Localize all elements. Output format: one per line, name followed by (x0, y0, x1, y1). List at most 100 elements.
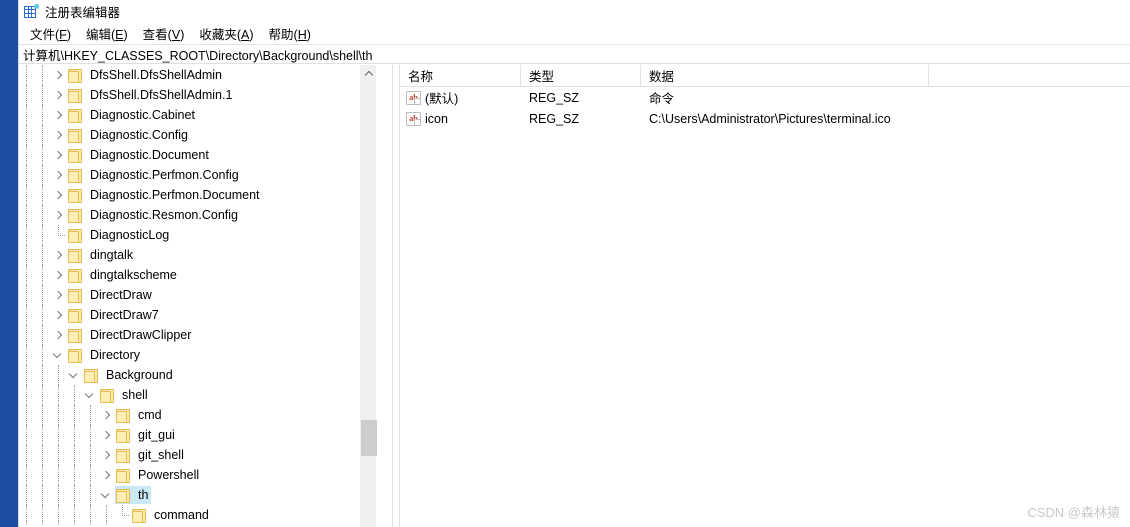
tree-node-content[interactable]: DirectDraw7 (67, 306, 162, 324)
tree-node[interactable]: Diagnostic.Resmon.Config (19, 205, 376, 225)
tree-indent-guide (19, 205, 35, 225)
chevron-down-icon[interactable] (99, 485, 115, 505)
column-header-name-label: 名称 (408, 70, 434, 84)
tree-indent-guide (35, 205, 51, 225)
tree-node-content[interactable]: Diagnostic.Config (67, 126, 191, 144)
tree-node[interactable]: Diagnostic.Perfmon.Config (19, 165, 376, 185)
tree-node[interactable]: dingtalkscheme (19, 265, 376, 285)
tree-node-content[interactable]: dingtalkscheme (67, 266, 180, 284)
chevron-down-icon[interactable] (83, 385, 99, 405)
tree-node[interactable]: git_shell (19, 445, 376, 465)
chevron-right-icon[interactable] (51, 165, 67, 185)
tree-node[interactable]: DirectDrawClipper (19, 325, 376, 345)
chevron-right-icon[interactable] (51, 185, 67, 205)
tree-node-content[interactable]: git_gui (115, 426, 178, 444)
folder-icon (115, 468, 131, 483)
folder-icon (67, 148, 83, 163)
tree-node[interactable]: shell (19, 385, 376, 405)
chevron-right-icon[interactable] (51, 205, 67, 225)
chevron-right-icon[interactable] (99, 445, 115, 465)
tree-node-content[interactable]: DfsShell.DfsShellAdmin.1 (67, 86, 235, 104)
tree-indent-guide (19, 405, 35, 425)
chevron-down-icon[interactable] (67, 365, 83, 385)
tree-node-content[interactable]: command (131, 506, 212, 524)
tree-node[interactable]: Diagnostic.Perfmon.Document (19, 185, 376, 205)
tree-node[interactable]: Directory (19, 345, 376, 365)
tree-node-content[interactable]: Powershell (115, 466, 202, 484)
pane-splitter[interactable] (392, 65, 400, 527)
chevron-right-icon[interactable] (51, 265, 67, 285)
chevron-right-icon[interactable] (51, 105, 67, 125)
tree-node[interactable]: DfsShell.DfsShellAdmin.1 (19, 85, 376, 105)
tree-node[interactable]: Background (19, 365, 376, 385)
tree-node-content[interactable]: DirectDraw (67, 286, 155, 304)
menu-item-view[interactable]: 查看(V) (136, 22, 193, 45)
tree-node[interactable]: git_gui (19, 425, 376, 445)
column-header-type[interactable]: 类型 (521, 65, 641, 86)
tree-indent-guide (35, 225, 51, 245)
tree-node-content[interactable]: git_shell (115, 446, 187, 464)
tree-node[interactable]: Powershell (19, 465, 376, 485)
menu-item-help[interactable]: 帮助(H) (262, 22, 319, 45)
chevron-down-icon[interactable] (51, 345, 67, 365)
tree-indent-guide (19, 265, 35, 285)
tree-node[interactable]: Diagnostic.Document (19, 145, 376, 165)
tree-node[interactable]: cmd (19, 405, 376, 425)
tree-node[interactable]: DirectDraw7 (19, 305, 376, 325)
scrollbar-thumb[interactable] (361, 420, 377, 456)
tree-node-content[interactable]: Directory (67, 346, 143, 364)
tree-node[interactable]: Diagnostic.Config (19, 125, 376, 145)
menu-item-favorites[interactable]: 收藏夹(A) (192, 22, 261, 45)
main-split: DfsShell.DfsShellAdmin DfsShell.DfsShellA… (19, 65, 1130, 527)
chevron-right-icon[interactable] (51, 245, 67, 265)
tree-node[interactable]: dingtalk (19, 245, 376, 265)
tree-node-content[interactable]: DiagnosticLog (67, 226, 172, 244)
tree-vertical-scrollbar[interactable] (360, 65, 377, 527)
tree-node[interactable]: DirectDraw (19, 285, 376, 305)
scroll-up-arrow-icon[interactable] (361, 65, 377, 82)
chevron-right-icon[interactable] (51, 65, 67, 85)
tree-node-content[interactable]: shell (99, 386, 151, 404)
value-row[interactable]: ab icon REG_SZ C:\Users\Administrator\Pictu… (400, 108, 1130, 129)
chevron-right-icon[interactable] (51, 85, 67, 105)
tree-node[interactable]: DiagnosticLog (19, 225, 376, 245)
tree-node[interactable]: command (19, 505, 376, 525)
tree-node[interactable]: Diagnostic.Cabinet (19, 105, 376, 125)
chevron-right-icon[interactable] (99, 425, 115, 445)
tree-node-content[interactable]: Diagnostic.Perfmon.Document (67, 186, 263, 204)
registry-tree[interactable]: DfsShell.DfsShellAdmin DfsShell.DfsShellA… (19, 65, 376, 527)
tree-node[interactable]: th (19, 485, 376, 505)
tree-node-content[interactable]: Background (83, 366, 176, 384)
tree-node-content[interactable]: Diagnostic.Document (67, 146, 212, 164)
chevron-right-icon[interactable] (99, 465, 115, 485)
tree-node-content[interactable]: DirectDrawClipper (67, 326, 194, 344)
chevron-right-icon[interactable] (51, 305, 67, 325)
chevron-right-icon[interactable] (51, 285, 67, 305)
menu-item-edit[interactable]: 编辑(E) (79, 22, 136, 45)
address-bar[interactable]: 计算机\HKEY_CLASSES_ROOT\Directory\Backgrou… (19, 44, 1130, 64)
folder-icon (67, 128, 83, 143)
chevron-right-icon[interactable] (51, 325, 67, 345)
menu-item-file[interactable]: 文件(F) (23, 22, 79, 45)
tree-node-content[interactable]: cmd (115, 406, 165, 424)
tree-node-content[interactable]: Diagnostic.Resmon.Config (67, 206, 241, 224)
tree-node-content[interactable]: th (115, 486, 152, 504)
tree-indent-guide (19, 505, 35, 525)
column-header-data[interactable]: 数据 (641, 65, 929, 86)
tree-indent-guide (35, 165, 51, 185)
tree-node-content[interactable]: dingtalk (67, 246, 136, 264)
column-header-data-label: 数据 (649, 70, 675, 84)
tree-indent-guide (51, 465, 67, 485)
tree-node[interactable]: DfsShell.DfsShellAdmin (19, 65, 376, 85)
value-row[interactable]: ab (默认) REG_SZ 命令 (400, 87, 1130, 108)
tree-indent-guide (35, 345, 51, 365)
chevron-right-icon[interactable] (99, 405, 115, 425)
chevron-right-icon[interactable] (51, 145, 67, 165)
chevron-right-icon[interactable] (51, 125, 67, 145)
values-list[interactable]: ab (默认) REG_SZ 命令 ab icon REG_SZ C:\Users\Admin… (400, 87, 1130, 129)
tree-node-content[interactable]: DfsShell.DfsShellAdmin (67, 66, 225, 84)
column-header-name[interactable]: 名称 (400, 65, 521, 86)
tree-node-label: Diagnostic.Config (90, 127, 188, 142)
tree-node-content[interactable]: Diagnostic.Perfmon.Config (67, 166, 242, 184)
tree-node-content[interactable]: Diagnostic.Cabinet (67, 106, 198, 124)
